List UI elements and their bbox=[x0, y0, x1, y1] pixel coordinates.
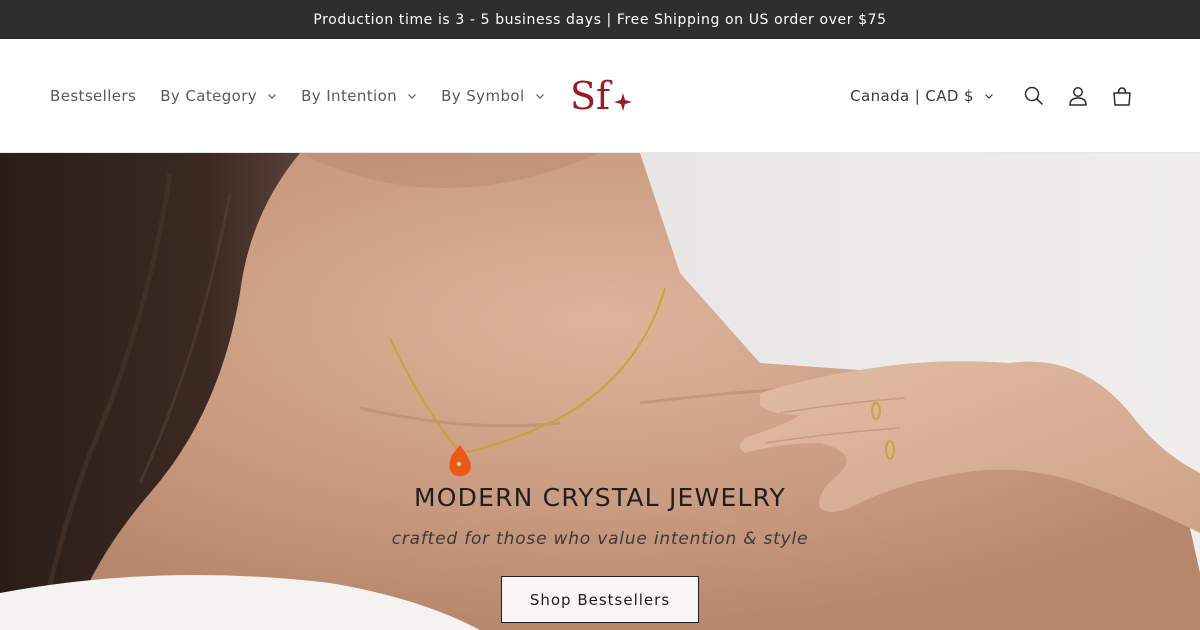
nav-by-intention-label: By Intention bbox=[301, 87, 398, 105]
chevron-down-icon bbox=[408, 94, 417, 99]
account-button[interactable] bbox=[1056, 74, 1100, 118]
logo-sparkle-icon bbox=[614, 93, 632, 111]
nav-by-intention[interactable]: By Intention bbox=[301, 87, 417, 105]
cart-icon bbox=[1113, 87, 1131, 106]
shop-bestsellers-button[interactable]: Shop Bestsellers bbox=[501, 576, 699, 623]
locale-label: Canada | CAD $ bbox=[850, 87, 974, 105]
announcement-bar: Production time is 3 - 5 business days |… bbox=[0, 0, 1200, 39]
account-icon bbox=[1069, 87, 1087, 106]
nav-bestsellers-label: Bestsellers bbox=[50, 87, 137, 105]
nav-by-category-label: By Category bbox=[160, 87, 258, 105]
site-header: Bestsellers By Category By Intention By … bbox=[0, 39, 1200, 153]
chevron-down-icon bbox=[268, 94, 277, 99]
nav-by-category[interactable]: By Category bbox=[160, 87, 277, 105]
hero-subtitle: crafted for those who value intention & … bbox=[391, 529, 809, 549]
locale-selector[interactable]: Canada | CAD $ bbox=[850, 87, 994, 105]
search-icon bbox=[1024, 86, 1044, 106]
chevron-down-icon bbox=[535, 94, 544, 99]
nav-bestsellers[interactable]: Bestsellers bbox=[50, 87, 136, 105]
logo-lettering: Sf bbox=[570, 74, 613, 118]
cart-button[interactable] bbox=[1100, 74, 1144, 118]
nav-by-symbol-label: By Symbol bbox=[441, 87, 525, 105]
hero-title: MODERN CRYSTAL JEWELRY bbox=[413, 483, 787, 512]
shop-bestsellers-label: Shop Bestsellers bbox=[529, 590, 671, 609]
hero-banner: MODERN CRYSTAL JEWELRY crafted for those… bbox=[0, 153, 1200, 630]
chevron-down-icon bbox=[985, 94, 993, 99]
header-tools: Canada | CAD $ bbox=[850, 39, 1144, 153]
nav-by-symbol[interactable]: By Symbol bbox=[441, 87, 544, 105]
main-nav: Bestsellers By Category By Intention By … bbox=[50, 39, 569, 153]
announcement-text: Production time is 3 - 5 business days |… bbox=[313, 11, 887, 28]
search-button[interactable] bbox=[1012, 74, 1056, 118]
brand-logo[interactable]: Sf bbox=[568, 69, 634, 125]
hero-photo bbox=[0, 153, 1200, 630]
